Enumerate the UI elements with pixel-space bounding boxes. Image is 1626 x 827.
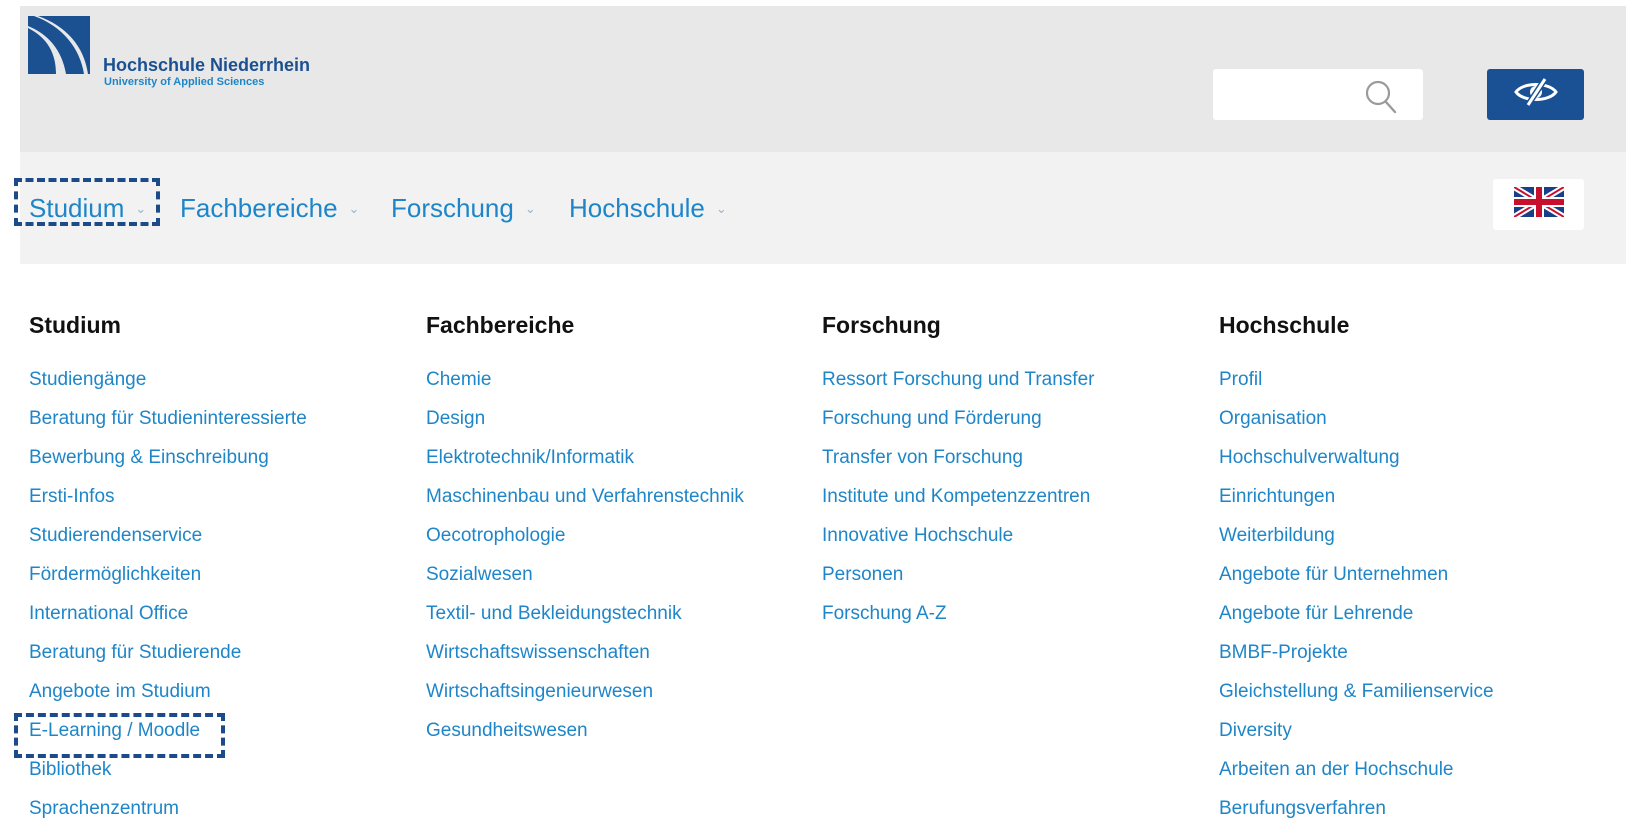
focus-outline — [14, 178, 160, 226]
menu-link[interactable]: Wirtschaftswissenschaften — [426, 642, 744, 681]
eye-slash-icon — [1513, 77, 1559, 111]
link-list: Studiengänge Beratung für Studieninteres… — [29, 369, 307, 827]
menu-link[interactable]: Diversity — [1219, 720, 1494, 759]
menu-link[interactable]: Oecotrophologie — [426, 525, 744, 564]
menu-link[interactable]: Sozialwesen — [426, 564, 744, 603]
menu-link[interactable]: Personen — [822, 564, 1094, 603]
menu-link[interactable]: Transfer von Forschung — [822, 447, 1094, 486]
menu-link[interactable]: E-Learning / Moodle — [29, 720, 307, 759]
link-list: Ressort Forschung und Transfer Forschung… — [822, 369, 1094, 642]
menu-column-forschung: Forschung Ressort Forschung und Transfer… — [822, 312, 1094, 642]
menu-link[interactable]: Berufungsverfahren — [1219, 798, 1494, 827]
menu-link[interactable]: Angebote für Lehrende — [1219, 603, 1494, 642]
menu-link[interactable]: Fördermöglichkeiten — [29, 564, 307, 603]
menu-link[interactable]: Maschinenbau und Verfahrenstechnik — [426, 486, 744, 525]
menu-column-hochschule: Hochschule Profil Organisation Hochschul… — [1219, 312, 1494, 827]
chevron-down-icon: ⌄ — [524, 200, 536, 216]
logo-mark-icon — [28, 16, 90, 74]
menu-link[interactable]: Institute und Kompetenzzentren — [822, 486, 1094, 525]
nav-item-label: Hochschule — [569, 193, 705, 223]
menu-link[interactable]: Studierendenservice — [29, 525, 307, 564]
menu-link[interactable]: Ressort Forschung und Transfer — [822, 369, 1094, 408]
accessibility-toggle-button[interactable] — [1487, 69, 1584, 120]
menu-link[interactable]: Angebote im Studium — [29, 681, 307, 720]
search-icon[interactable] — [1365, 80, 1397, 119]
menu-link[interactable]: Bibliothek — [29, 759, 307, 798]
site-header: Hochschule Niederrhein University of App… — [20, 6, 1626, 152]
menu-link[interactable]: Angebote für Unternehmen — [1219, 564, 1494, 603]
logo-text: Hochschule Niederrhein University of App… — [103, 55, 310, 89]
menu-link[interactable]: Bewerbung & Einschreibung — [29, 447, 307, 486]
menu-link[interactable]: Beratung für Studierende — [29, 642, 307, 681]
chevron-down-icon: ⌄ — [715, 200, 727, 216]
menu-link[interactable]: Gesundheitswesen — [426, 720, 744, 759]
menu-link[interactable]: Wirtschaftsingenieurwesen — [426, 681, 744, 720]
logo-subtitle: University of Applied Sciences — [104, 76, 265, 88]
chevron-down-icon: ⌄ — [348, 200, 360, 216]
column-heading: Hochschule — [1219, 312, 1350, 338]
nav-item-fachbereiche[interactable]: Fachbereiche ⌄ — [180, 193, 359, 224]
column-heading: Fachbereiche — [426, 312, 575, 338]
menu-link[interactable]: Ersti-Infos — [29, 486, 307, 525]
logo-name: Hochschule Niederrhein — [103, 55, 311, 75]
menu-column-studium: Studium Studiengänge Beratung für Studie… — [29, 312, 307, 827]
menu-link[interactable]: Elektrotechnik/Informatik — [426, 447, 744, 486]
menu-link[interactable]: Innovative Hochschule — [822, 525, 1094, 564]
language-switch-button[interactable] — [1493, 179, 1584, 230]
search-input[interactable] — [1213, 69, 1423, 120]
menu-link[interactable]: Hochschulverwaltung — [1219, 447, 1494, 486]
menu-column-fachbereiche: Fachbereiche Chemie Design Elektrotechni… — [426, 312, 744, 759]
column-heading: Studium — [29, 312, 121, 338]
nav-item-hochschule[interactable]: Hochschule ⌄ — [569, 193, 727, 224]
menu-link[interactable]: Chemie — [426, 369, 744, 408]
menu-link[interactable]: Arbeiten an der Hochschule — [1219, 759, 1494, 798]
menu-link[interactable]: Forschung A-Z — [822, 603, 1094, 642]
menu-link[interactable]: Forschung und Förderung — [822, 408, 1094, 447]
uk-flag-icon — [1511, 184, 1566, 222]
menu-link[interactable]: Design — [426, 408, 744, 447]
logo[interactable]: Hochschule Niederrhein University of App… — [28, 16, 310, 88]
nav-item-label: Fachbereiche — [180, 193, 338, 223]
menu-link[interactable]: International Office — [29, 603, 307, 642]
menu-link[interactable]: Sprachenzentrum — [29, 798, 307, 827]
nav-item-label: Forschung — [391, 193, 514, 223]
menu-link[interactable]: BMBF-Projekte — [1219, 642, 1494, 681]
menu-link[interactable]: Organisation — [1219, 408, 1494, 447]
menu-link[interactable]: Textil- und Bekleidungstechnik — [426, 603, 744, 642]
nav-item-forschung[interactable]: Forschung ⌄ — [391, 193, 536, 224]
link-list: Profil Organisation Hochschulverwaltung … — [1219, 369, 1494, 827]
main-nav: Studium ⌄ Fachbereiche ⌄ Forschung ⌄ Hoc… — [20, 152, 1626, 264]
menu-link[interactable]: Gleichstellung & Familienservice — [1219, 681, 1494, 720]
menu-link[interactable]: Profil — [1219, 369, 1494, 408]
menu-link[interactable]: Studiengänge — [29, 369, 307, 408]
link-list: Chemie Design Elektrotechnik/Informatik … — [426, 369, 744, 759]
menu-link[interactable]: Beratung für Studieninteressierte — [29, 408, 307, 447]
page: Hochschule Niederrhein University of App… — [0, 0, 1626, 827]
menu-link[interactable]: Weiterbildung — [1219, 525, 1494, 564]
column-heading: Forschung — [822, 312, 941, 338]
menu-link[interactable]: Einrichtungen — [1219, 486, 1494, 525]
